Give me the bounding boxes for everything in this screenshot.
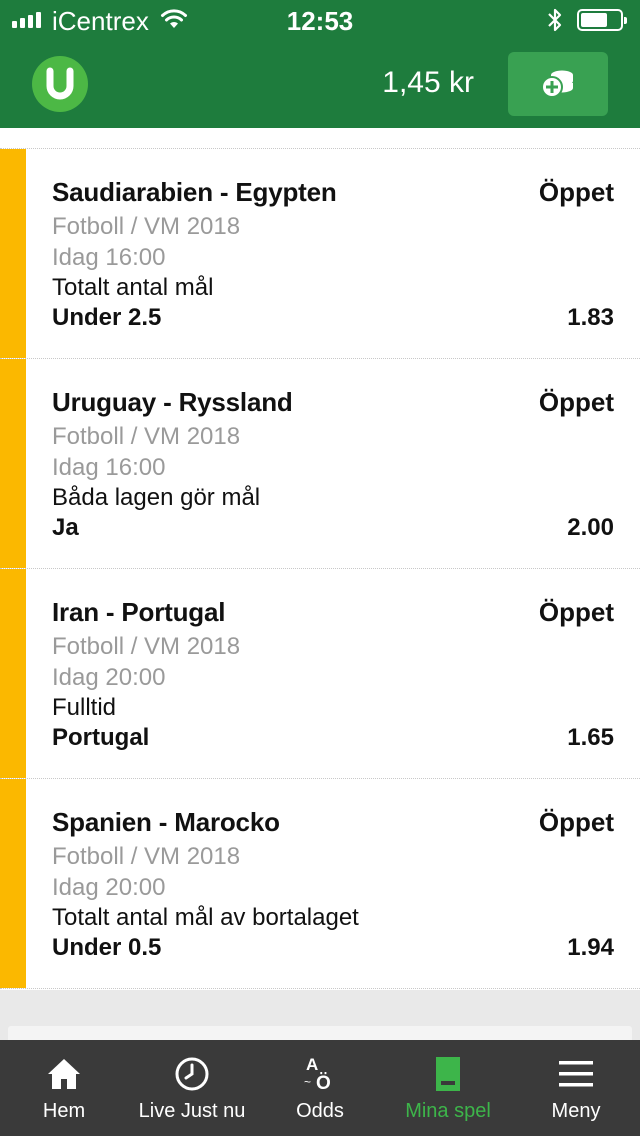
bet-status: Öppet (538, 597, 614, 627)
deposit-button[interactable] (508, 52, 608, 116)
tab-label: Mina spel (405, 1100, 491, 1122)
bet-status: Öppet (538, 177, 614, 207)
odds-icon: A ~ Ö (304, 1055, 331, 1094)
bet-item[interactable]: Iran - Portugal Öppet Fotboll / VM 2018 … (0, 569, 640, 779)
bet-selection: Portugal (52, 724, 150, 751)
bet-selection: Under 2.5 (52, 304, 162, 331)
bet-odds: 2.00 (567, 514, 614, 541)
svg-text:~: ~ (304, 1075, 311, 1089)
bet-league: Fotboll / VM 2018 (52, 423, 241, 450)
logo-letter-u-icon (46, 67, 74, 100)
bet-league: Fotboll / VM 2018 (52, 843, 241, 870)
tab-menu[interactable]: Meny (512, 1040, 640, 1136)
bet-match: Iran - Portugal (52, 597, 226, 627)
home-icon (48, 1059, 80, 1089)
bet-market: Fulltid (52, 694, 117, 721)
status-time: 12:53 (286, 6, 354, 36)
bet-time: Idag 16:00 (52, 454, 166, 481)
tab-label: Meny (551, 1100, 601, 1122)
bet-selection: Ja (52, 514, 79, 541)
bet-status: Öppet (538, 387, 614, 417)
tab-home[interactable]: Hem (0, 1040, 128, 1136)
bet-market: Båda lagen gör mål (52, 484, 261, 511)
bet-league: Fotboll / VM 2018 (52, 633, 241, 660)
tab-my-bets[interactable]: Mina spel (384, 1040, 512, 1136)
bet-status-stripe (0, 359, 26, 568)
bluetooth-icon (545, 6, 565, 39)
unibet-logo[interactable] (32, 56, 88, 112)
bet-match: Uruguay - Ryssland (52, 387, 293, 417)
tab-odds[interactable]: A ~ Ö Odds (256, 1040, 384, 1136)
clock-icon (175, 1057, 209, 1091)
bet-status-stripe (0, 569, 26, 778)
my-bets-list: Saudiarabien - Egypten Öppet Fotboll / V… (0, 128, 640, 990)
tab-label: Hem (42, 1100, 86, 1122)
bet-match: Spanien - Marocko (52, 807, 280, 837)
battery-icon (577, 9, 627, 31)
bet-time: Idag 16:00 (52, 244, 166, 271)
hamburger-menu-icon (559, 1061, 593, 1087)
list-divider (0, 128, 640, 149)
coins-plus-icon (541, 70, 573, 98)
account-balance[interactable]: 1,45 kr (382, 66, 474, 100)
bet-slip-icon (436, 1057, 460, 1091)
bet-match: Saudiarabien - Egypten (52, 177, 337, 207)
bet-item[interactable]: Spanien - Marocko Öppet Fotboll / VM 201… (0, 779, 640, 989)
bet-status: Öppet (538, 807, 614, 837)
bet-status-stripe (0, 779, 26, 988)
bet-market: Totalt antal mål (52, 274, 214, 301)
bet-odds: 1.65 (567, 724, 614, 751)
svg-text:A: A (306, 1055, 318, 1074)
tab-label: Odds (296, 1100, 344, 1122)
bottom-tab-bar: Hem Live Just nu A ~ Ö Odds Mina spel Me… (0, 1040, 640, 1136)
list-footer-area (0, 990, 640, 1046)
bet-market: Totalt antal mål av bortalaget (52, 904, 359, 931)
bet-league: Fotboll / VM 2018 (52, 213, 241, 240)
tab-live[interactable]: Live Just nu (128, 1040, 256, 1136)
bet-item[interactable]: Saudiarabien - Egypten Öppet Fotboll / V… (0, 149, 640, 359)
bet-item[interactable]: Uruguay - Ryssland Öppet Fotboll / VM 20… (0, 359, 640, 569)
status-bar: iCentrex 12:53 (0, 0, 640, 40)
tab-label: Live Just nu (138, 1100, 246, 1122)
bet-selection: Under 0.5 (52, 934, 162, 961)
bet-time: Idag 20:00 (52, 664, 166, 691)
bet-odds: 1.83 (567, 304, 614, 331)
bet-odds: 1.94 (567, 934, 614, 961)
svg-text:Ö: Ö (316, 1073, 331, 1094)
bet-status-stripe (0, 149, 26, 358)
bet-time: Idag 20:00 (52, 874, 166, 901)
